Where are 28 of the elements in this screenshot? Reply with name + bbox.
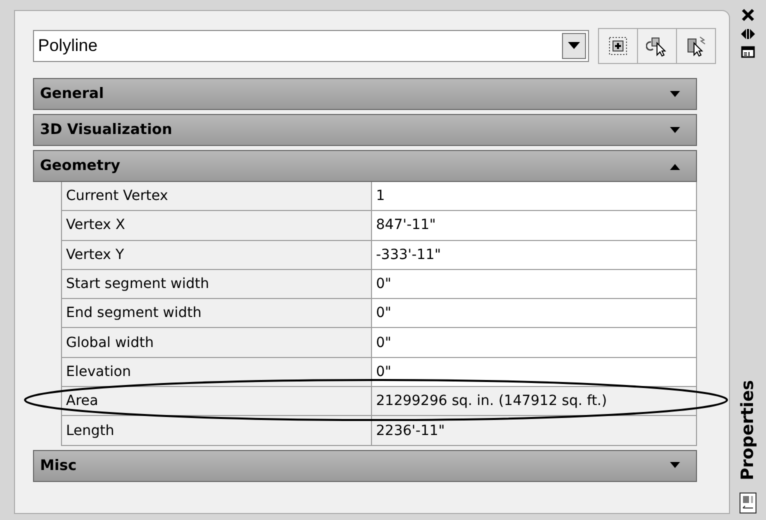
object-type-dropdown[interactable]: Polyline: [33, 30, 589, 62]
expand-arrow-icon: [670, 90, 680, 98]
expand-arrow-icon: [670, 462, 680, 470]
select-objects-button[interactable]: [637, 28, 677, 64]
panel-properties-icon[interactable]: [741, 46, 755, 58]
section-header[interactable]: Geometry: [33, 150, 697, 182]
property-value[interactable]: 0": [372, 299, 696, 328]
quick-select-icon: [685, 35, 707, 57]
quick-select-button[interactable]: [676, 28, 716, 64]
property-value[interactable]: 0": [372, 270, 696, 298]
collapse-arrow-icon: [670, 162, 680, 170]
close-icon[interactable]: [741, 8, 755, 22]
palette-icon[interactable]: [739, 492, 757, 514]
caret-icon: [568, 42, 580, 50]
property-value[interactable]: -333'-11": [372, 240, 696, 269]
select-plus-icon: [608, 36, 628, 56]
property-value[interactable]: 1: [372, 182, 696, 210]
section-header[interactable]: Misc: [33, 450, 697, 482]
property-value[interactable]: 847'-11": [372, 211, 696, 240]
palette-title: Properties: [738, 380, 758, 480]
auto-hide-icon[interactable]: [741, 28, 755, 40]
cursor-shape-icon: [646, 35, 668, 57]
section-header[interactable]: 3D Visualization: [33, 114, 697, 146]
property-value[interactable]: 0": [372, 328, 696, 357]
section-header[interactable]: General: [33, 78, 697, 110]
property-value[interactable]: 0": [372, 358, 696, 386]
expand-arrow-icon: [670, 126, 680, 134]
toggle-pickadd-button[interactable]: [598, 28, 638, 64]
